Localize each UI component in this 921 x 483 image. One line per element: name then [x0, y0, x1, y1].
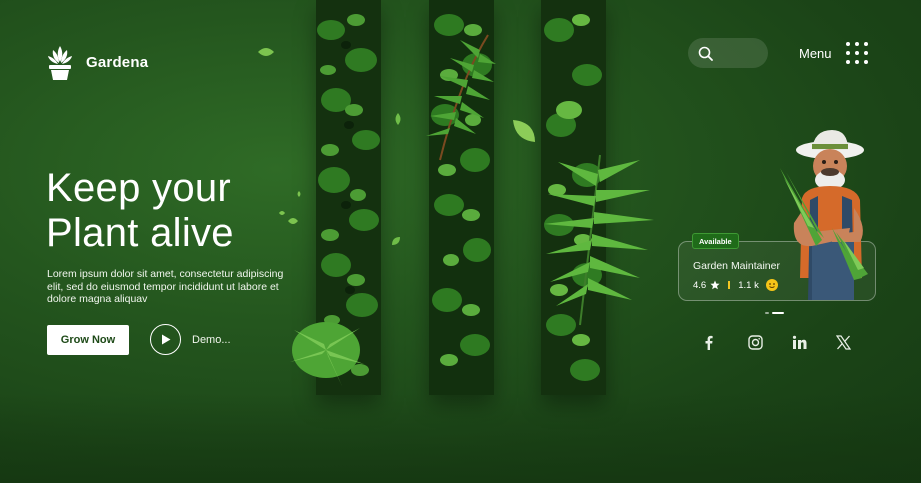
- floating-leaf: [392, 237, 400, 245]
- brand-logo[interactable]: Gardena: [46, 42, 148, 82]
- search-bar[interactable]: [688, 38, 768, 68]
- grow-now-button[interactable]: Grow Now: [47, 325, 129, 355]
- potted-plant-icon: [48, 46, 72, 80]
- linkedin-icon[interactable]: [790, 332, 834, 352]
- floating-leaf: [395, 113, 401, 125]
- star-icon: [710, 280, 720, 290]
- search-input[interactable]: [716, 44, 760, 62]
- play-icon[interactable]: [150, 324, 181, 355]
- fern-branch-top: [426, 34, 496, 161]
- pager-dot[interactable]: [765, 312, 769, 314]
- facebook-icon[interactable]: [702, 332, 746, 352]
- smiley-icon: [765, 279, 778, 291]
- available-badge: Available: [692, 233, 739, 249]
- card-pagination[interactable]: [765, 312, 784, 314]
- bottom-shade: [0, 393, 921, 483]
- instagram-icon[interactable]: [746, 332, 790, 352]
- hero-title-line1: Keep your: [46, 166, 232, 210]
- count-value: 1.1 k: [738, 279, 759, 291]
- pager-dot-active[interactable]: [772, 312, 784, 314]
- floating-leaf: [258, 48, 274, 56]
- demo-label: Demo...: [192, 333, 231, 346]
- card-title: Garden Maintainer: [693, 260, 780, 272]
- hero-description: Lorem ipsum dolor sit amet, consectetur …: [47, 268, 284, 305]
- rating-value: 4.6: [693, 279, 707, 291]
- hero-title-line2: Plant alive: [46, 211, 234, 255]
- hero-title: Keep your Plant alive: [46, 166, 306, 256]
- stat-divider: [728, 281, 731, 289]
- menu-button[interactable]: Menu: [799, 38, 868, 68]
- gardener-illustration: [780, 130, 868, 300]
- grid-dots-icon[interactable]: [845, 42, 868, 64]
- fern-bush-bottom: [290, 322, 364, 386]
- demo-button[interactable]: Demo...: [150, 324, 231, 355]
- social-links: [702, 332, 878, 352]
- x-icon[interactable]: [834, 332, 878, 352]
- card-stats: 4.6 1.1 k: [693, 279, 778, 291]
- menu-label: Menu: [799, 45, 832, 61]
- floating-leaf: [513, 120, 535, 142]
- search-icon: [698, 46, 713, 61]
- fern-branch-right: [544, 154, 654, 326]
- brand-name: Gardena: [86, 53, 149, 71]
- landing-page: Gardena Keep your Plant alive Lorem ipsu…: [0, 0, 921, 483]
